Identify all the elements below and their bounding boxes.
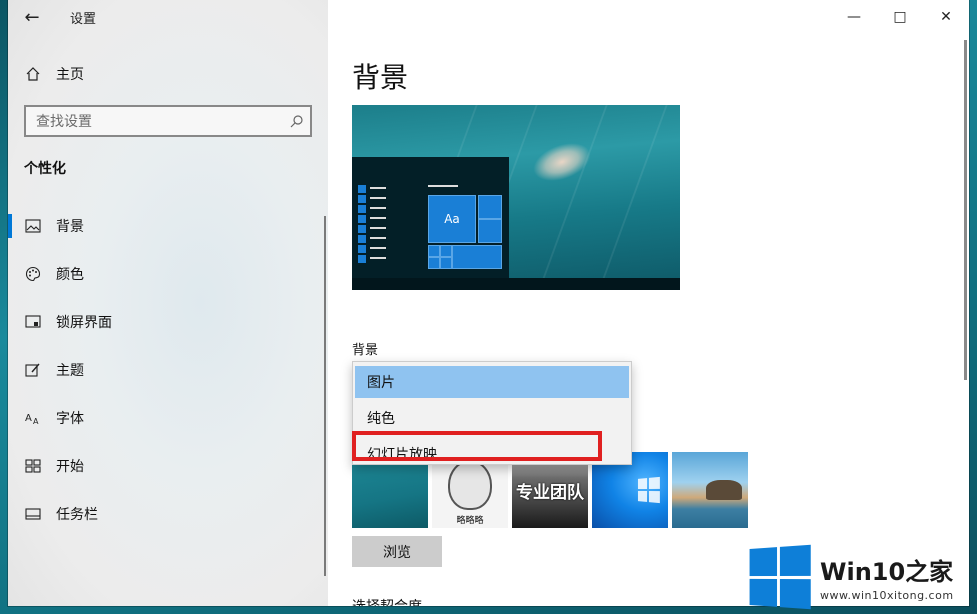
home-icon [24,65,42,83]
sidebar-item-fonts[interactable]: AA 字体 [8,394,328,442]
back-arrow-icon: ← [24,6,40,28]
sidebar-item-label: 任务栏 [56,507,98,523]
browse-button[interactable]: 浏览 [352,536,442,567]
slideshow-highlight-box [352,431,602,461]
sidebar-item-label: 锁屏界面 [56,315,112,331]
sidebar-item-background[interactable]: 背景 [8,202,328,250]
taskbar-icon [24,505,42,523]
search-placeholder: 查找设置 [36,114,92,130]
settings-window: ← 设置 主页 查找设置 个性化 背景 颜色 锁屏界面 主题 A A 字体 开始… [8,0,969,606]
theme-icon [24,361,42,379]
background-preview: Aa [352,105,680,290]
app-title: 设置 [70,11,97,27]
home-label: 主页 [56,67,84,83]
taskbar-preview [352,278,680,290]
fit-label: 选择契合度 [352,596,422,606]
minimize-button[interactable]: — [831,0,877,34]
search-icon [284,108,310,134]
thumbnail-caption: 专业团队 [516,482,584,503]
svg-text:A: A [25,413,32,424]
lock-screen-icon [24,313,42,331]
maximize-icon: □ [893,9,907,25]
sidebar-item-themes[interactable]: 主题 [8,346,328,394]
option-picture[interactable]: 图片 [355,366,629,398]
watermark-url: www.win10xitong.com [820,589,954,602]
watermark: Win10之家 www.win10xitong.com [740,540,977,614]
section-title: 个性化 [24,161,66,177]
font-icon: AA [24,409,42,427]
title-bar: ← 设置 [8,0,328,34]
sidebar-item-lock-screen[interactable]: 锁屏界面 [8,298,328,346]
content-scrollbar[interactable] [964,40,967,380]
sidebar-item-label: 颜色 [56,267,84,283]
sidebar-nav: 背景 颜色 锁屏界面 主题 A A 字体 开始 任务栏 [8,202,328,538]
option-solid-color[interactable]: 纯色 [355,402,629,434]
sidebar-item-colors[interactable]: 颜色 [8,250,328,298]
watermark-brand-suffix: 之家 [905,558,954,586]
swimmer-image [527,135,597,189]
page-title: 背景 [352,61,409,94]
sidebar-item-home[interactable]: 主页 [24,62,84,86]
palette-icon [24,265,42,283]
search-input[interactable]: 查找设置 [24,105,312,137]
windows-logo-icon [637,476,660,504]
start-icon [24,457,42,475]
windows-logo-icon [749,544,811,610]
watermark-brand: Win10 [820,558,906,586]
start-menu-preview: Aa [352,157,509,278]
sidebar-item-label: 主题 [56,363,84,379]
svg-text:A: A [33,417,39,425]
close-button[interactable]: ✕ [923,0,969,34]
picture-icon [24,217,42,235]
preview-tile-aa: Aa [428,195,476,243]
close-icon: ✕ [940,9,952,25]
minimize-icon: — [847,9,861,25]
sidebar-item-label: 开始 [56,459,84,475]
sidebar-item-start[interactable]: 开始 [8,442,328,490]
thumbnail-caption: 略略略 [456,516,484,526]
sidebar-item-label: 背景 [56,219,84,235]
background-label: 背景 [352,343,379,358]
content-pane: — □ ✕ 背景 Aa 背景 图片 纯色 幻灯片放映 略略略 专业团队 浏览 [328,0,969,606]
window-controls: — □ ✕ [831,0,969,34]
sidebar-scrollbar[interactable] [324,216,326,576]
maximize-button[interactable]: □ [877,0,923,34]
thumbnail-beach[interactable] [672,452,748,528]
sidebar-item-taskbar[interactable]: 任务栏 [8,490,328,538]
back-button[interactable]: ← [8,0,56,34]
sidebar: ← 设置 主页 查找设置 个性化 背景 颜色 锁屏界面 主题 A A 字体 开始… [8,0,328,606]
sidebar-item-label: 字体 [56,411,84,427]
